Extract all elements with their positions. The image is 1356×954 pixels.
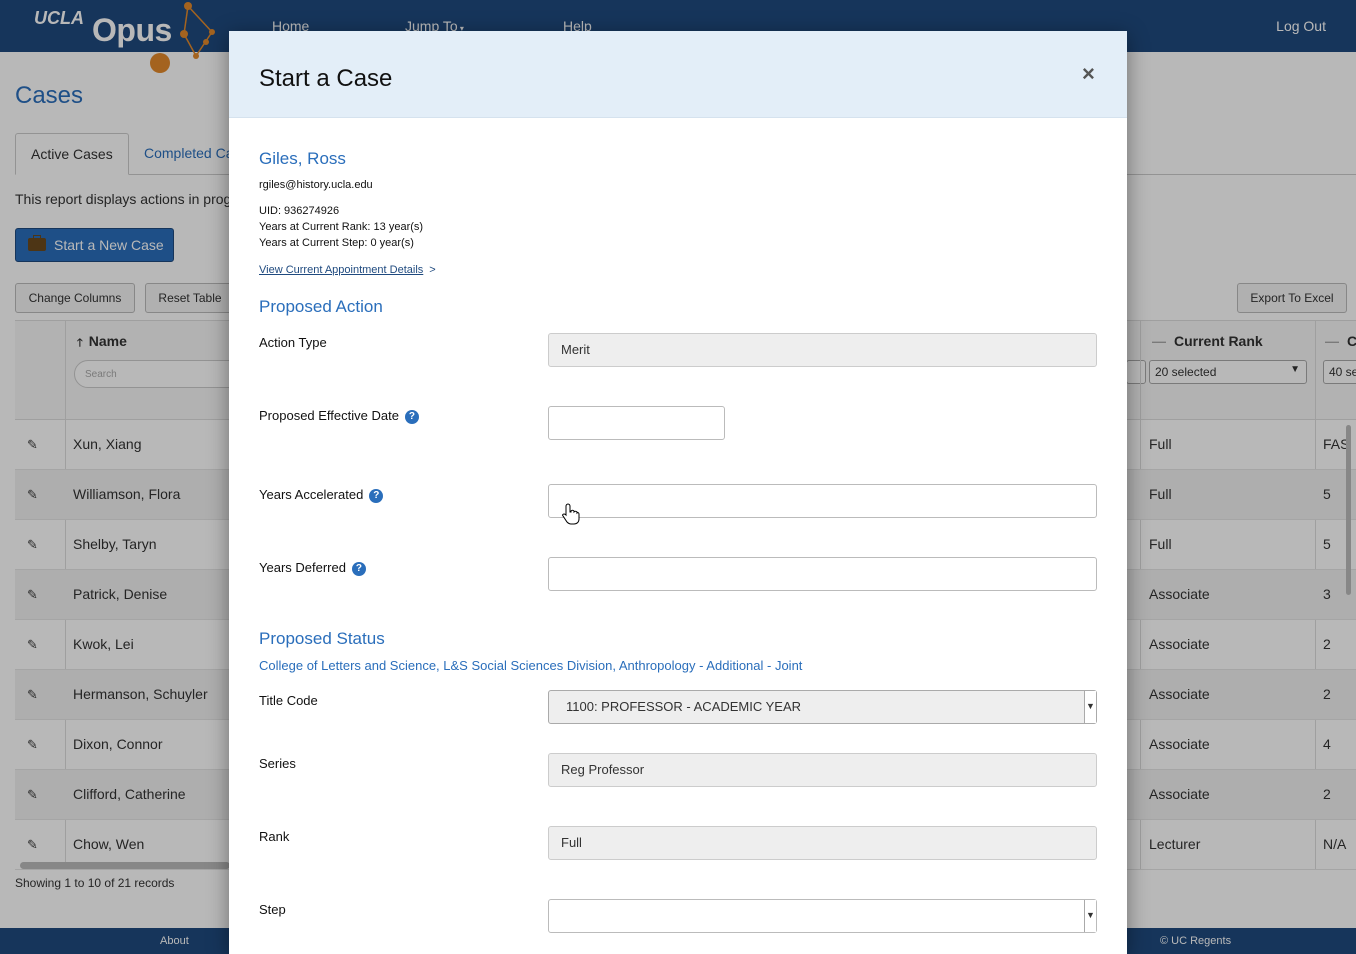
person-name: Giles, Ross <box>259 149 346 168</box>
step-select[interactable]: ▼ <box>548 899 1097 933</box>
help-icon[interactable]: ? <box>369 489 384 503</box>
action-type-field: Merit <box>548 333 1097 367</box>
series-label: Series <box>259 756 296 771</box>
chevron-right-icon: > <box>429 264 436 276</box>
title-code-label: Title Code <box>259 693 318 708</box>
title-code-value: 1100: PROFESSOR - ACADEMIC YEAR <box>566 699 802 714</box>
rank-field: Full <box>548 826 1097 860</box>
years-accelerated-label: Years Accelerated? <box>259 487 384 503</box>
person-uid: UID: 936274926 <box>259 205 340 217</box>
modal-title: Start a Case <box>259 65 393 92</box>
proposed-effective-date-text: Proposed Effective Date <box>259 408 399 423</box>
close-icon[interactable]: × <box>1082 61 1095 87</box>
step-label: Step <box>259 902 286 917</box>
years-at-current-step: Years at Current Step: 0 year(s) <box>259 237 414 249</box>
years-deferred-input[interactable] <box>548 557 1097 591</box>
years-at-current-rank: Years at Current Rank: 13 year(s) <box>259 221 424 233</box>
dropdown-arrow-icon: ▼ <box>1084 691 1096 723</box>
view-appointment-details-link[interactable]: View Current Appointment Details > <box>259 264 436 276</box>
proposed-action-heading: Proposed Action <box>259 297 383 316</box>
years-deferred-text: Years Deferred <box>259 560 346 575</box>
modal-header: Start a Case × <box>229 31 1127 118</box>
start-case-modal: Start a Case × Giles, Ross rgiles@histor… <box>229 31 1127 954</box>
title-code-select[interactable]: 1100: PROFESSOR - ACADEMIC YEAR ▼ <box>548 690 1097 724</box>
years-accelerated-input[interactable] <box>548 484 1097 518</box>
help-icon[interactable]: ? <box>351 562 366 576</box>
series-field: Reg Professor <box>548 753 1097 787</box>
rank-label: Rank <box>259 829 290 844</box>
action-type-label: Action Type <box>259 335 327 350</box>
department-line: College of Letters and Science, L&S Soci… <box>259 658 803 673</box>
proposed-effective-date-input[interactable] <box>548 406 725 440</box>
hand-cursor-icon <box>562 503 580 525</box>
proposed-status-heading: Proposed Status <box>259 629 385 648</box>
proposed-effective-date-label: Proposed Effective Date? <box>259 408 419 424</box>
view-appointment-details-label: View Current Appointment Details <box>259 264 424 276</box>
years-deferred-label: Years Deferred? <box>259 560 366 576</box>
help-icon[interactable]: ? <box>404 410 419 424</box>
person-email: rgiles@history.ucla.edu <box>259 179 373 191</box>
years-accelerated-text: Years Accelerated <box>259 487 364 502</box>
dropdown-arrow-icon: ▼ <box>1084 900 1096 932</box>
